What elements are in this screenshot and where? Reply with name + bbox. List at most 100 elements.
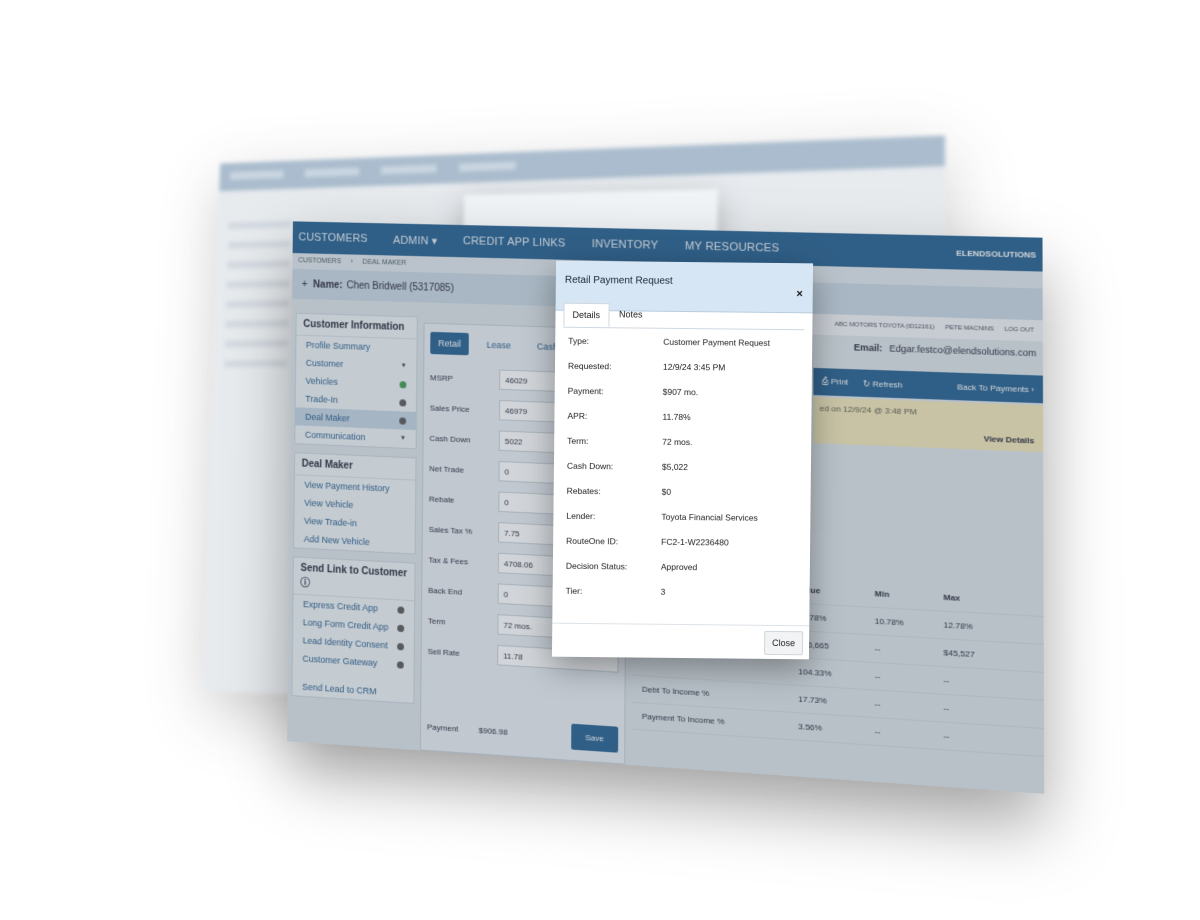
cell: 12.78% — [943, 620, 973, 632]
sidebar-item-label: Deal Maker — [305, 411, 350, 424]
nav-customers[interactable]: CUSTOMERS — [298, 231, 367, 245]
field-label: Net Trade — [429, 463, 464, 475]
print-icon: ⎙ — [821, 376, 829, 387]
detail-row-lender: Lender: Toyota Financial Services — [553, 503, 810, 531]
cell: -- — [943, 675, 950, 686]
detail-row-apr: APR: 11.78% — [554, 403, 811, 431]
detail-row-term: Term: 72 mos. — [554, 428, 811, 456]
tab-retail[interactable]: Retail — [430, 331, 469, 356]
status-dot-icon — [399, 416, 407, 425]
detail-value: 72 mos. — [662, 436, 693, 447]
refresh-button[interactable]: ↻ Refresh — [863, 378, 902, 389]
payment-value: $906.98 — [478, 725, 508, 737]
detail-value: 11.78% — [662, 411, 691, 422]
left-sidebar: Customer Information Profile Summary Cus… — [291, 312, 418, 713]
cell: -- — [874, 726, 881, 737]
modal-title: Retail Payment Request — [564, 274, 673, 287]
cell: 17.73% — [798, 694, 827, 706]
detail-key: Cash Down: — [566, 460, 614, 471]
detail-key: Type: — [568, 335, 590, 346]
status-note: ed on 12/9/24 @ 3:48 PM View Details — [813, 397, 1044, 453]
nav-admin[interactable]: ADMIN ▾ — [393, 233, 438, 247]
close-button[interactable]: Close — [763, 630, 804, 655]
details-list: Type: Customer Payment Request Requested:… — [552, 328, 812, 606]
detail-key: Payment: — [567, 385, 604, 396]
close-icon[interactable]: × — [796, 288, 803, 300]
status-dot-icon — [397, 642, 405, 650]
caret-down-icon: ▼ — [400, 435, 406, 442]
sidebar-item-label: Communication — [304, 429, 366, 443]
elend-logo: ELENDSOLUTIONS — [956, 247, 1037, 260]
detail-value: Toyota Financial Services — [661, 511, 758, 523]
detail-row-rebates: Rebates: $0 — [554, 478, 811, 506]
cell: -- — [874, 699, 881, 709]
nav-credit-app-links[interactable]: CREDIT APP LINKS — [463, 235, 566, 250]
status-dot-icon — [397, 624, 405, 632]
sidebar-item-label: Vehicles — [305, 375, 338, 387]
header-cell: Value — [798, 585, 874, 599]
name-label: Name: — [313, 278, 343, 291]
sidebar-item-communication[interactable]: Communication ▼ — [295, 425, 416, 448]
breadcrumb-customers[interactable]: CUSTOMERS — [298, 257, 341, 265]
cell: 104.33% — [798, 666, 832, 679]
detail-value: Customer Payment Request — [663, 336, 771, 348]
back-label: Back To Payments — [957, 381, 1029, 394]
payment-row: Payment $906.98 Save — [427, 714, 619, 753]
cell: 10.78% — [874, 616, 904, 628]
email-label: Email: — [853, 342, 883, 354]
detail-value: $0 — [661, 486, 672, 497]
detail-value: Approved — [660, 561, 698, 572]
nav-inventory[interactable]: INVENTORY — [592, 238, 659, 252]
tab-details[interactable]: Details — [563, 302, 610, 328]
detail-key: Rebates: — [566, 485, 601, 496]
cell: $46,665 — [798, 639, 829, 651]
view-details-link[interactable]: View Details — [984, 434, 1035, 446]
deal-maker-panel: Deal Maker View Payment History View Veh… — [293, 452, 417, 555]
detail-key: APR: — [567, 410, 588, 421]
field-label: Term — [427, 615, 446, 626]
customer-name: Chen Bridwell (5317085) — [346, 279, 454, 294]
send-lead-to-crm-link[interactable]: Send Lead to CRM — [292, 677, 413, 703]
status-dot-icon — [397, 605, 405, 614]
field-label: Rebate — [428, 493, 455, 505]
info-icon[interactable]: ⓘ — [300, 578, 310, 590]
nav-my-resources[interactable]: MY RESOURCES — [685, 240, 780, 255]
detail-key: Lender: — [566, 510, 596, 521]
field-label: Cash Down — [429, 433, 471, 445]
tab-lease[interactable]: Lease — [479, 333, 519, 357]
sidebar-item-label: Profile Summary — [305, 339, 371, 352]
detail-row-cash-down: Cash Down: $5,022 — [554, 453, 811, 481]
customer-info-panel: Customer Information Profile Summary Cus… — [294, 312, 418, 450]
detail-value: FC2-1-W2236480 — [661, 536, 729, 547]
refresh-label: Refresh — [872, 378, 903, 390]
sidebar-item-label: Trade-In — [305, 393, 338, 405]
detail-value: $5,022 — [661, 461, 688, 472]
detail-row-tier: Tier: 3 — [552, 578, 809, 606]
customer-email: Edgar.festco@elendsolutions.com — [889, 343, 1037, 359]
field-label: Sales Price — [429, 402, 470, 414]
cell: -- — [874, 671, 881, 682]
cell: 11.78% — [798, 612, 827, 624]
cell: -- — [943, 731, 950, 742]
link-label: Express Credit App — [302, 599, 378, 614]
cell: 3.56% — [798, 721, 823, 733]
detail-value: $907 mo. — [662, 386, 699, 397]
chevron-right-icon: › — [1031, 384, 1035, 394]
save-button[interactable]: Save — [570, 723, 619, 753]
print-button[interactable]: ⎙ Print — [822, 377, 849, 388]
header-cell: Min — [874, 588, 890, 600]
back-to-payments-link[interactable]: Back To Payments › — [957, 382, 1034, 394]
caret-down-icon: ▼ — [400, 363, 407, 370]
dealer-name: ABC MOTORS TOYOTA (ID12161) — [834, 321, 935, 331]
plus-icon[interactable]: + — [302, 279, 308, 290]
print-label: Print — [830, 376, 849, 387]
field-label: Tax & Fees — [428, 554, 469, 566]
field-label: Back End — [428, 585, 463, 597]
tab-notes[interactable]: Notes — [611, 303, 651, 327]
detail-row-decision-status: Decision Status: Approved — [553, 553, 810, 581]
retail-payment-request-modal: Retail Payment Request × Details Notes T… — [551, 260, 814, 660]
detail-row-requested: Requested: 12/9/24 3:45 PM — [555, 353, 812, 381]
cell — [632, 662, 798, 672]
logout-link[interactable]: LOG OUT — [1005, 327, 1034, 334]
cell: -- — [874, 643, 881, 654]
